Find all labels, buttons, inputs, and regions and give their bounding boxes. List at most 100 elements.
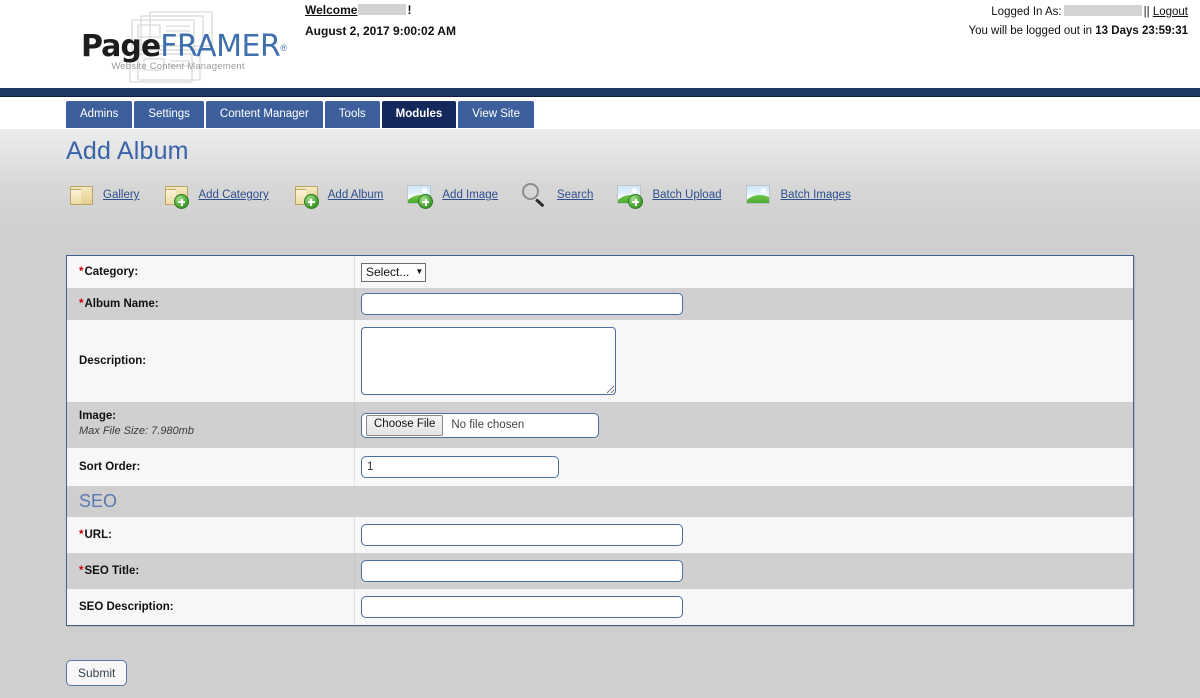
label-image: Image: Max File Size: 7.980mb [67,402,355,448]
form-actions: Submit [66,660,128,686]
submit-button[interactable]: Submit [66,660,128,686]
picture-icon [744,181,774,209]
logo-registered-mark: ® [280,43,287,53]
nav-tab-view-site[interactable]: View Site [458,101,535,128]
sort-order-input[interactable] [361,456,559,478]
label-url: * URL: [67,517,355,553]
nav-tab-tools[interactable]: Tools [324,101,380,128]
label-album-name: * Album Name: [67,288,355,320]
chevron-down-icon: ▼ [415,267,424,276]
toolbar-label-add-category: Add Category [198,189,269,201]
file-status-text: No file chosen [451,419,525,431]
add-album-form: * Category: Select... ▼ * Album Name: Desc… [66,255,1134,626]
description-textarea[interactable] [361,327,616,395]
toolbar-item-add-image[interactable]: Add Image [405,181,498,209]
pageframer-logo: PageFRAMER® Website Content Management [78,4,287,86]
form-row-description: Description: [67,320,1133,402]
logo-wordmark: PageFRAMER® [81,29,287,64]
seo-description-input[interactable] [361,596,683,618]
magnifier-icon [520,181,550,209]
redacted-account-name [1063,5,1142,16]
navbar-accent-bar [0,88,1200,97]
toolbar-label-batch-images: Batch Images [780,189,851,201]
nav-tab-settings[interactable]: Settings [134,101,204,128]
label-description-text: Description: [79,355,147,367]
field-seo-title [355,553,1133,589]
form-section-header-seo: SEO [67,486,1133,517]
logout-countdown-line: You will be logged out in 13 Days 23:59:… [968,23,1188,39]
logged-in-as-line: Logged In As: || Logout [968,4,1188,20]
label-seo-title: * SEO Title: [67,553,355,589]
label-seo-title-text: SEO Title: [84,565,140,577]
toolbar-item-gallery[interactable]: Gallery [66,181,139,209]
form-row-album-name: * Album Name: [67,288,1133,320]
toolbar-item-search[interactable]: Search [520,181,593,209]
logged-in-as-label: Logged In As: [991,6,1062,18]
welcome-suffix: ! [407,3,412,17]
field-url [355,517,1133,553]
toolbar-item-batch-images[interactable]: Batch Images [744,181,851,209]
toolbar-label-batch-upload: Batch Upload [652,189,722,201]
required-marker: * [79,565,84,577]
choose-file-button[interactable]: Choose File [366,414,444,436]
seo-section-title: SEO [79,491,118,511]
current-datetime: August 2, 2017 9:00:02 AM [305,24,456,38]
required-marker: * [79,266,84,278]
field-description [355,320,1133,402]
page-title: Add Album [66,137,189,165]
logout-link[interactable]: Logout [1153,6,1188,18]
nav-tab-list: Admins Settings Content Manager Tools Mo… [66,101,535,128]
picture-add-icon [405,181,435,209]
nav-tab-modules[interactable]: Modules [381,101,457,128]
logo-word-framer: FRAMER [160,29,281,64]
field-album-name [355,288,1133,320]
toolbar-label-add-image: Add Image [442,189,499,201]
field-category: Select... ▼ [355,256,1133,288]
label-sort-order: Sort Order: [67,448,355,486]
logout-countdown-value: 13 Days 23:59:31 [1095,25,1188,37]
label-category: * Category: [67,256,355,288]
image-file-picker[interactable]: Choose File No file chosen [361,412,599,438]
field-sort-order [355,448,1133,486]
main-navigation: Admins Settings Content Manager Tools Mo… [0,97,1200,129]
label-seo-description-text: SEO Description: [79,601,174,613]
session-info-block: Logged In As: || Logout You will be logge… [968,4,1188,39]
toolbar-item-batch-upload[interactable]: Batch Upload [615,181,722,209]
welcome-link[interactable]: Welcome [305,3,357,17]
label-description: Description: [67,320,355,402]
form-row-sort-order: Sort Order: [67,448,1133,486]
form-row-seo-description: SEO Description: [67,589,1133,625]
label-sort-order-text: Sort Order: [79,461,141,473]
field-seo-description [355,589,1133,625]
logo-word-page: Page [81,29,161,64]
nav-tab-content-manager[interactable]: Content Manager [205,101,323,128]
album-name-input[interactable] [361,293,683,315]
label-seo-description: SEO Description: [67,589,355,625]
logout-notice-text: You will be logged out in [968,25,1093,37]
folder-add-icon [291,181,321,209]
toolbar-label-search: Search [557,189,594,201]
url-input[interactable] [361,524,683,546]
toolbar-label-add-album: Add Album [327,189,384,201]
separator-pipes: || [1143,6,1150,18]
label-category-text: Category: [84,266,139,278]
form-row-image: Image: Max File Size: 7.980mb Choose Fil… [67,402,1133,448]
logo-tagline: Website Content Management [111,61,245,72]
page-body: Add Album Gallery Add Category Add Album… [0,129,1200,689]
seo-title-input[interactable] [361,560,683,582]
folder-add-icon [161,181,191,209]
form-row-seo-title: * SEO Title: [67,553,1133,589]
category-select[interactable]: Select... ▼ [361,262,427,282]
nav-tab-admins[interactable]: Admins [66,101,133,128]
required-marker: * [79,298,84,310]
required-marker: * [79,529,84,541]
gallery-action-toolbar: Gallery Add Category Add Album Add Image… [66,181,873,209]
page-header: PageFRAMER® Website Content Management W… [0,0,1200,88]
form-row-category: * Category: Select... ▼ [67,256,1133,288]
toolbar-item-add-album[interactable]: Add Album [291,181,384,209]
image-max-size-note: Max File Size: 7.980mb [79,425,194,437]
field-image: Choose File No file chosen [355,402,1133,448]
toolbar-item-add-category[interactable]: Add Category [161,181,269,209]
category-select-value: Select... [366,265,410,279]
form-row-url: * URL: [67,517,1133,553]
